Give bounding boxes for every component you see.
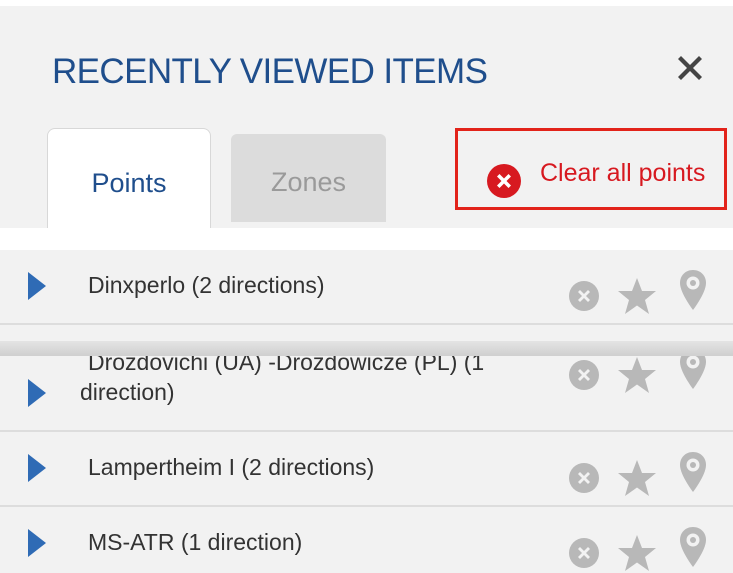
clear-all-highlight: Clear all points <box>455 128 727 210</box>
row-actions <box>568 349 718 395</box>
tab-bar-underline <box>0 341 733 356</box>
panel-title: RECENTLY VIEWED ITEMS <box>52 52 488 91</box>
recently-viewed-panel: RECENTLY VIEWED ITEMS Points Zones Clear… <box>0 0 733 573</box>
map-pin-icon[interactable] <box>678 525 708 569</box>
list-item: Dinxperlo (2 directions) <box>0 250 733 325</box>
expand-arrow-icon[interactable] <box>26 527 48 559</box>
tab-zones[interactable]: Zones <box>231 134 386 222</box>
list-spacer <box>0 228 733 250</box>
list-item: MS-ATR (1 direction) <box>0 507 733 573</box>
close-x-icon <box>678 56 702 80</box>
recent-items-list: Dinxperlo (2 directions) Drozdovichi (UA… <box>0 250 733 573</box>
clear-circle-x-icon <box>487 164 521 198</box>
expand-arrow-icon[interactable] <box>26 452 48 484</box>
tab-points[interactable]: Points <box>47 128 211 228</box>
close-button[interactable] <box>672 50 708 86</box>
map-pin-icon[interactable] <box>678 268 708 312</box>
tab-points-label: Points <box>91 168 167 198</box>
remove-circle-icon[interactable] <box>568 359 600 391</box>
remove-circle-icon[interactable] <box>568 462 600 494</box>
list-item-label[interactable]: Dinxperlo (2 directions) <box>88 270 324 300</box>
expand-arrow-icon[interactable] <box>26 270 48 302</box>
list-item-label[interactable]: Drozdovichi (UA) -Drozdowicze (PL) (1 di… <box>80 347 550 407</box>
star-icon[interactable] <box>616 458 658 498</box>
list-item-label[interactable]: Lampertheim I (2 directions) <box>88 452 374 482</box>
row-actions <box>568 527 718 573</box>
map-pin-icon[interactable] <box>678 450 708 494</box>
row-actions <box>568 270 718 316</box>
star-icon[interactable] <box>616 533 658 573</box>
row-actions <box>568 452 718 498</box>
remove-circle-icon[interactable] <box>568 280 600 312</box>
panel-top-divider <box>0 0 733 6</box>
list-item-label[interactable]: MS-ATR (1 direction) <box>88 527 302 557</box>
clear-all-points-label: Clear all points <box>540 158 706 187</box>
clear-all-points-button[interactable]: Clear all points <box>486 149 705 199</box>
remove-circle-icon[interactable] <box>568 537 600 569</box>
list-item: Lampertheim I (2 directions) <box>0 432 733 507</box>
star-icon[interactable] <box>616 276 658 316</box>
expand-arrow-icon[interactable] <box>26 377 48 409</box>
tab-zones-label: Zones <box>270 167 347 197</box>
star-icon[interactable] <box>616 355 658 395</box>
